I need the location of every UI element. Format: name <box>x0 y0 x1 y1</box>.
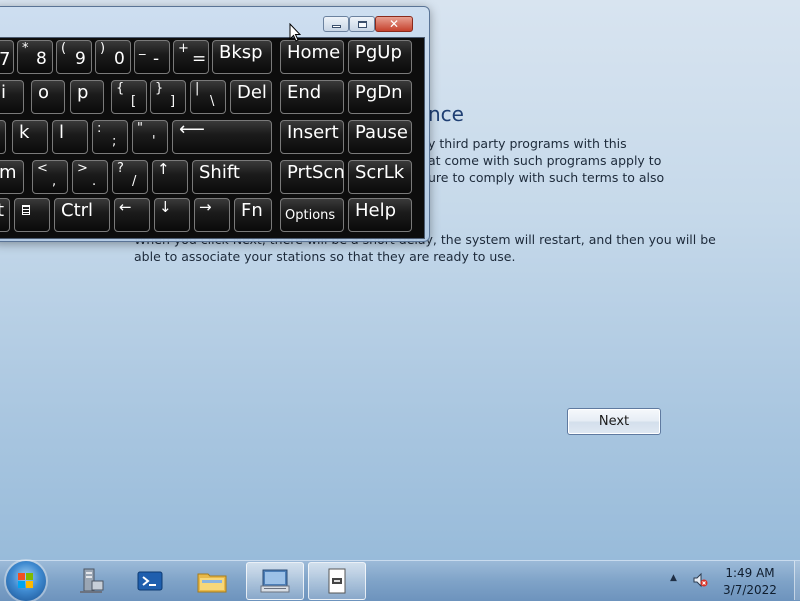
key-alt[interactable]: t <box>0 198 10 232</box>
powershell-icon <box>137 571 163 591</box>
paragraph-line: y third party programs with this <box>428 136 627 151</box>
keyboard-icon <box>260 569 290 593</box>
key-equals[interactable]: + = <box>173 40 209 74</box>
key-comma[interactable]: <, <box>32 160 68 194</box>
keyboard-keys-area: 7 * 8 (9 ) 0 _ - + = Bksp Home PgUp i o p {[… <box>0 37 425 239</box>
key-home[interactable]: Home <box>280 40 344 74</box>
key-minus[interactable]: _ - <box>134 40 170 74</box>
key-shift[interactable]: Shift <box>192 160 272 194</box>
application-window-icon <box>328 568 346 594</box>
taskbar-on-screen-keyboard[interactable] <box>246 562 304 600</box>
key-p[interactable]: p <box>70 80 104 114</box>
key-open-bracket[interactable]: {[ <box>111 80 147 114</box>
key-options[interactable]: Options <box>280 198 344 232</box>
key-j[interactable] <box>0 120 6 154</box>
key-close-bracket[interactable]: }] <box>150 80 186 114</box>
system-clock[interactable]: 1:49 AM 3/7/2022 <box>712 565 788 599</box>
clock-time: 1:49 AM <box>725 566 775 580</box>
key-9[interactable]: (9 <box>56 40 92 74</box>
key-arrow-down[interactable]: ↓ <box>154 198 190 232</box>
taskbar-powershell[interactable] <box>121 562 179 600</box>
key-prtscn[interactable]: PrtScn <box>280 160 345 194</box>
key-arrow-up[interactable]: ↑ <box>152 160 188 194</box>
show-desktop-button[interactable] <box>794 561 800 600</box>
key-help[interactable]: Help <box>348 198 412 232</box>
server-manager-icon <box>80 568 104 593</box>
taskbar-setup-window[interactable] <box>308 562 366 600</box>
minimize-icon <box>331 25 341 28</box>
key-m[interactable]: m <box>0 160 24 194</box>
key-del[interactable]: Del <box>230 80 272 114</box>
mouse-cursor-icon <box>289 23 301 42</box>
close-icon: ✕ <box>388 17 400 31</box>
key-insert[interactable]: Insert <box>280 120 344 154</box>
paragraph-line: at come with such programs apply to <box>428 153 662 168</box>
close-button[interactable]: ✕ <box>375 16 413 32</box>
paragraph-line: able to associate your stations so that … <box>134 249 516 264</box>
key-arrow-right[interactable]: → <box>194 198 230 232</box>
show-hidden-icons-arrow[interactable]: ▲ <box>670 573 677 583</box>
key-menu[interactable] <box>14 198 50 232</box>
key-pause[interactable]: Pause <box>348 120 412 154</box>
taskbar-explorer[interactable] <box>183 562 241 600</box>
key-semicolon[interactable]: :; <box>92 120 128 154</box>
taskbar <box>0 560 800 601</box>
next-button[interactable]: Next <box>567 408 661 435</box>
key-backspace[interactable]: Bksp <box>212 40 272 74</box>
key-0[interactable]: ) 0 <box>95 40 131 74</box>
key-l[interactable]: l <box>52 120 88 154</box>
key-ctrl[interactable]: Ctrl <box>54 198 110 232</box>
folder-icon <box>197 573 227 593</box>
menu-icon <box>22 205 30 215</box>
key-o[interactable]: o <box>31 80 65 114</box>
key-k[interactable]: k <box>12 120 48 154</box>
key-i[interactable]: i <box>0 80 24 114</box>
speaker-muted-icon[interactable] <box>692 572 708 588</box>
key-arrow-left[interactable]: ← <box>114 198 150 232</box>
key-end[interactable]: End <box>280 80 344 114</box>
windows-logo-icon <box>18 573 34 589</box>
license-paragraph: y third party programs with this at come… <box>428 135 664 186</box>
key-period[interactable]: >. <box>72 160 108 194</box>
page-heading: nce <box>428 102 464 126</box>
paragraph-line: ure to comply with such terms to also <box>428 170 665 185</box>
taskbar-server-manager[interactable] <box>62 562 120 600</box>
key-7[interactable]: 7 <box>0 40 14 74</box>
clock-date: 3/7/2022 <box>723 583 777 597</box>
start-button[interactable] <box>6 561 46 601</box>
minimize-button[interactable] <box>323 16 349 32</box>
key-fn[interactable]: Fn <box>234 198 272 232</box>
maximize-button[interactable] <box>349 16 375 32</box>
key-quote[interactable]: " ' <box>132 120 168 154</box>
maximize-icon <box>357 20 367 28</box>
on-screen-keyboard-window[interactable]: ✕ 7 * 8 (9 ) 0 _ - + = Bksp Home PgUp i o p … <box>0 6 430 242</box>
key-scrlk[interactable]: ScrLk <box>348 160 412 194</box>
key-slash[interactable]: ? / <box>112 160 148 194</box>
key-8[interactable]: * 8 <box>17 40 53 74</box>
key-pgdn[interactable]: PgDn <box>348 80 412 114</box>
key-pgup[interactable]: PgUp <box>348 40 412 74</box>
key-enter[interactable]: ⟵ <box>172 119 272 154</box>
key-backslash[interactable]: | \ <box>190 80 226 114</box>
